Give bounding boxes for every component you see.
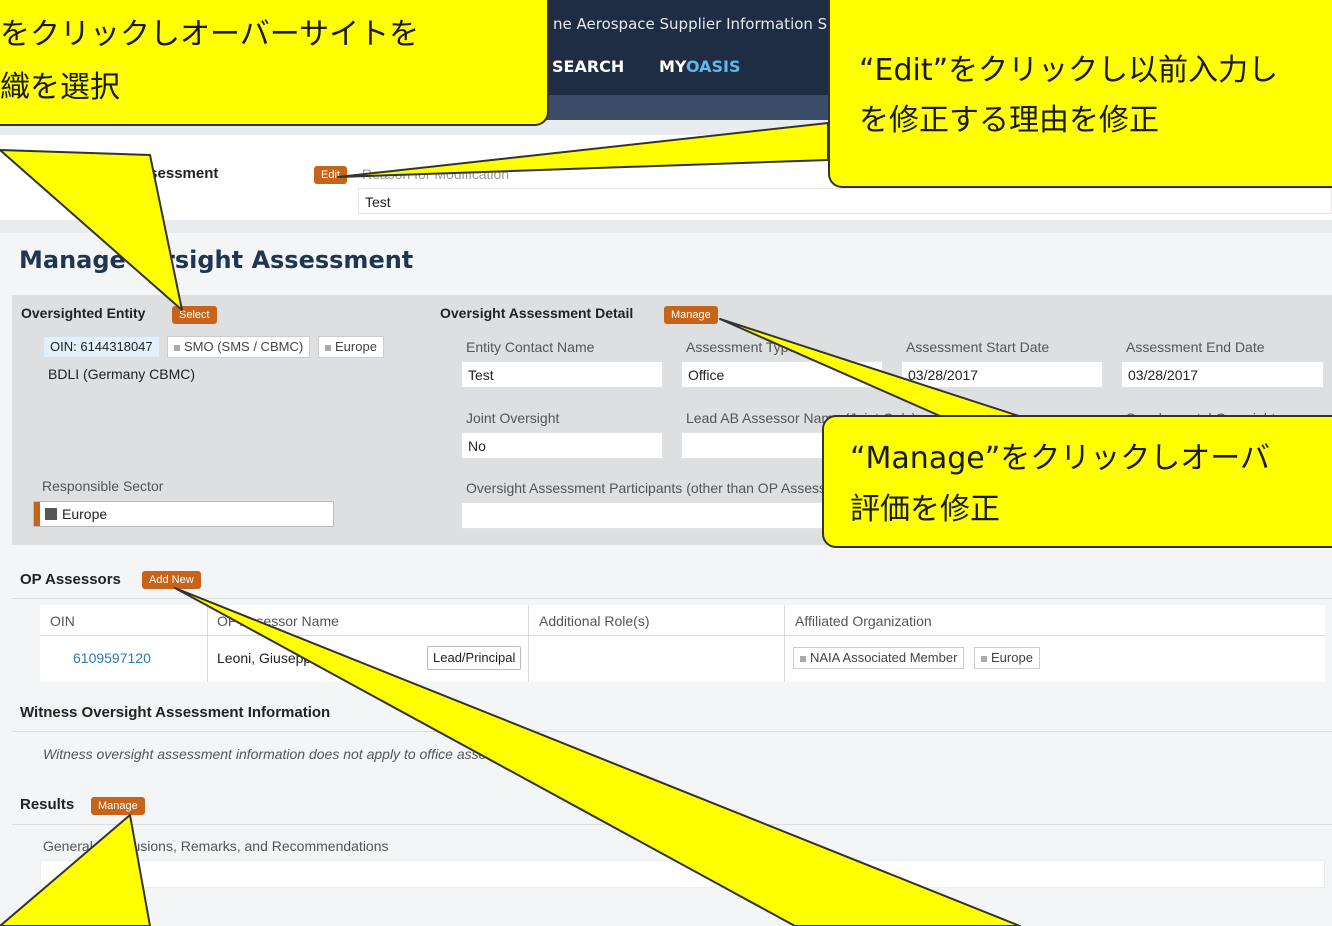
tag-square-icon (174, 344, 180, 351)
divider (12, 824, 1332, 825)
role-badge: Lead/Principal (427, 646, 522, 670)
manage-callout: “Manage”をクリックしオーバ 評価を修正 (822, 415, 1332, 548)
start-date-field[interactable]: 03/28/2017 (901, 361, 1103, 388)
sector-accent-bar (34, 502, 40, 526)
reason-label: Reason for Modification (362, 166, 510, 182)
assessor-oin-link[interactable]: 6109597120 (73, 650, 151, 666)
page-title-right: rsight Assessment (163, 246, 414, 274)
type-label: Assessment Type (686, 339, 797, 355)
manage-detail-button[interactable]: Manage (664, 306, 718, 324)
site-title: ne Aerospace Supplier Information Syst (553, 15, 850, 33)
select-callout-line1: をクリックしオーバーサイトを (0, 17, 420, 52)
manage-callout-line1: “Manage”をクリックしオーバ (850, 441, 1270, 476)
reason-panel-title: Assessment (130, 165, 219, 182)
select-callout: をクリックしオーバーサイトを 織を選択 (0, 0, 549, 126)
column-divider (528, 605, 529, 682)
end-date-field[interactable]: 03/28/2017 (1121, 361, 1324, 388)
edit-callout-line1: “Edit”をクリックし以前入力し (859, 53, 1279, 88)
entity-heading: Oversighted Entity (21, 305, 146, 321)
select-callout-line2: 織を選択 (0, 70, 120, 105)
nav-myoasis[interactable]: MYOASIS (659, 57, 741, 76)
joint-field[interactable]: No (461, 432, 663, 459)
oin-tag: OIN: 6144318047 (43, 336, 160, 358)
column-header-additional-roles: Additional Role(s) (539, 613, 650, 629)
nav-oasis-label: OASIS (685, 57, 741, 76)
witness-note: Witness oversight assessment information… (43, 746, 543, 762)
nav-my-label: MY (659, 57, 686, 76)
region-tag-label: Europe (335, 339, 377, 354)
column-header-affiliated-org: Affiliated Organization (795, 613, 932, 629)
sector-select[interactable]: Europe (33, 501, 334, 527)
results-heading: Results (20, 796, 75, 813)
divider (12, 598, 1332, 599)
org-region-tag: Europe (974, 647, 1040, 669)
nav-search[interactable]: SEARCH (552, 57, 624, 76)
region-tag: Europe (318, 336, 384, 358)
reason-panel-subtitle: n (130, 190, 140, 207)
divider (12, 731, 1332, 732)
tag-square-icon (325, 344, 331, 351)
select-button[interactable]: Select (172, 306, 217, 324)
assessor-name: Leoni, Giuseppe (217, 650, 319, 666)
reason-field[interactable]: Test (358, 188, 1332, 214)
column-header-assessor-name: OP Assessor Name (217, 613, 339, 629)
sector-value: Europe (62, 506, 108, 522)
joint-label: Joint Oversight (466, 410, 560, 426)
add-new-button[interactable]: Add New (142, 571, 201, 589)
end-date-label: Assessment End Date (1126, 339, 1265, 355)
org-region-tag-label: Europe (991, 650, 1033, 665)
detail-heading: Oversight Assessment Detail (440, 305, 634, 321)
entity-name: BDLI (Germany CBMC) (48, 366, 196, 382)
column-header-oin: OIN (50, 613, 75, 629)
general-conclusions-field[interactable] (40, 860, 1325, 888)
assessors-heading: OP Assessors (20, 571, 121, 588)
edit-button[interactable]: Edit (314, 166, 347, 184)
tag-square-icon (981, 655, 987, 662)
edit-callout-line2: を修正する理由を修正 (859, 103, 1159, 138)
tag-square-icon (800, 655, 806, 662)
witness-heading: Witness Oversight Assessment Information (20, 704, 331, 721)
column-divider (784, 605, 785, 682)
smo-tag: SMO (SMS / CBMC) (167, 336, 311, 358)
smo-tag-label: SMO (SMS / CBMC) (184, 339, 304, 354)
sector-flag-icon (45, 508, 57, 520)
improvements-label: Improvements (43, 908, 132, 924)
edit-callout: “Edit”をクリックし以前入力し を修正する理由を修正 (828, 0, 1332, 188)
general-conclusions-label: General Conclusions, Remarks, and Recomm… (43, 838, 389, 854)
manage-callout-line2: 評価を修正 (850, 492, 1000, 527)
type-field[interactable]: Office (681, 361, 883, 388)
contact-label: Entity Contact Name (466, 339, 595, 355)
contact-field[interactable]: Test (461, 361, 663, 388)
column-divider (207, 605, 208, 682)
page-title-left: Manage (19, 246, 126, 274)
participants-field[interactable] (461, 502, 861, 529)
start-date-label: Assessment Start Date (906, 339, 1050, 355)
manage-results-button[interactable]: Manage (91, 797, 145, 815)
org-tag: NAIA Associated Member (793, 647, 965, 669)
org-tag-label: NAIA Associated Member (810, 650, 958, 665)
sector-label: Responsible Sector (42, 478, 164, 494)
participants-label: Oversight Assessment Participants (other… (466, 480, 851, 496)
